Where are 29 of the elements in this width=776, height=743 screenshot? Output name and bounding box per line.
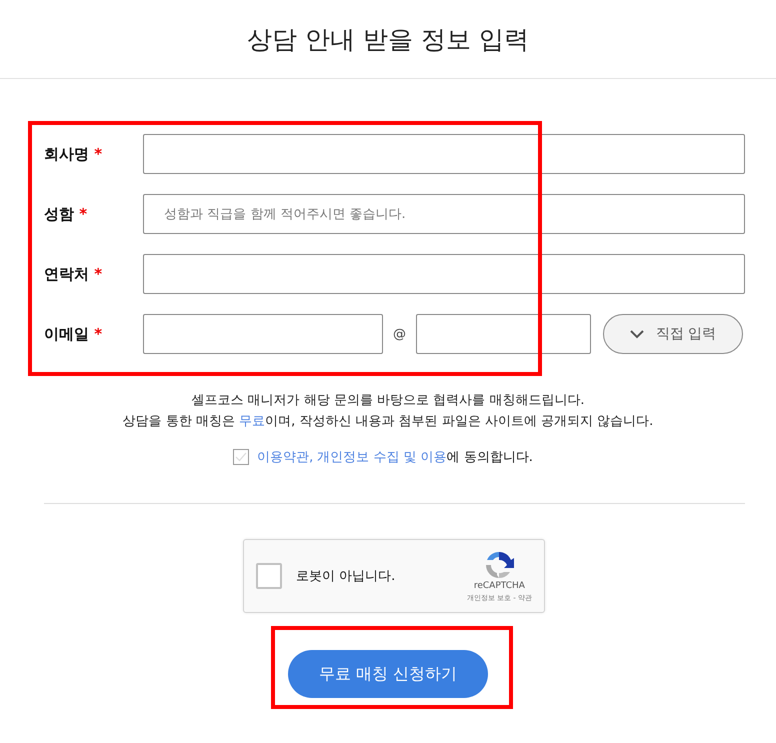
field-label: 이메일 * — [44, 324, 104, 344]
recaptcha-logo-icon — [483, 549, 516, 581]
required-mark: * — [94, 264, 102, 282]
at-sign: @ — [392, 326, 407, 342]
input-field[interactable] — [143, 134, 745, 174]
field-label: 성함 * — [44, 204, 88, 224]
domain-dropdown[interactable]: 직접 입력 — [603, 314, 743, 354]
captcha-brand: reCAPTCHA — [474, 581, 525, 591]
agreement-text: 이용약관, 개인정보 수집 및 이용에 동의합니다. — [257, 449, 533, 466]
email-field[interactable] — [143, 314, 383, 354]
notice-text: 상담을 통한 매칭은 무료이며, 작성하신 내용과 첨부된 파일은 사이트에 공개되지 않습니다. — [122, 413, 654, 431]
input-field[interactable] — [143, 254, 745, 294]
field-label: 연락처 * — [44, 264, 104, 284]
captcha-label: 로봇이 아닙니다. — [296, 568, 396, 585]
checkbox[interactable] — [233, 449, 250, 465]
link[interactable]: 이용약관, — [257, 450, 314, 465]
submit-button[interactable]: 무료 매칭 신청하기 — [288, 650, 488, 698]
chevron-down-icon — [630, 330, 644, 338]
field-label: 회사명 * — [44, 144, 104, 164]
required-mark: * — [94, 324, 102, 342]
notice-text: 셀프코스 매니저가 해당 문의를 바탕으로 협력사를 매칭해드립니다. — [190, 392, 586, 410]
link[interactable]: 개인정보 수집 및 이용 — [317, 450, 447, 465]
required-mark: * — [94, 144, 102, 162]
input-field[interactable]: 성함과 직급을 함께 적어주시면 좋습니다. — [143, 194, 745, 234]
required-mark: * — [79, 204, 88, 222]
domain-field[interactable] — [416, 314, 591, 354]
page-title: 상담 안내 받을 정보 입력 — [247, 24, 529, 56]
link[interactable]: 무료 — [239, 414, 266, 429]
captcha-checkbox[interactable] — [256, 563, 282, 589]
